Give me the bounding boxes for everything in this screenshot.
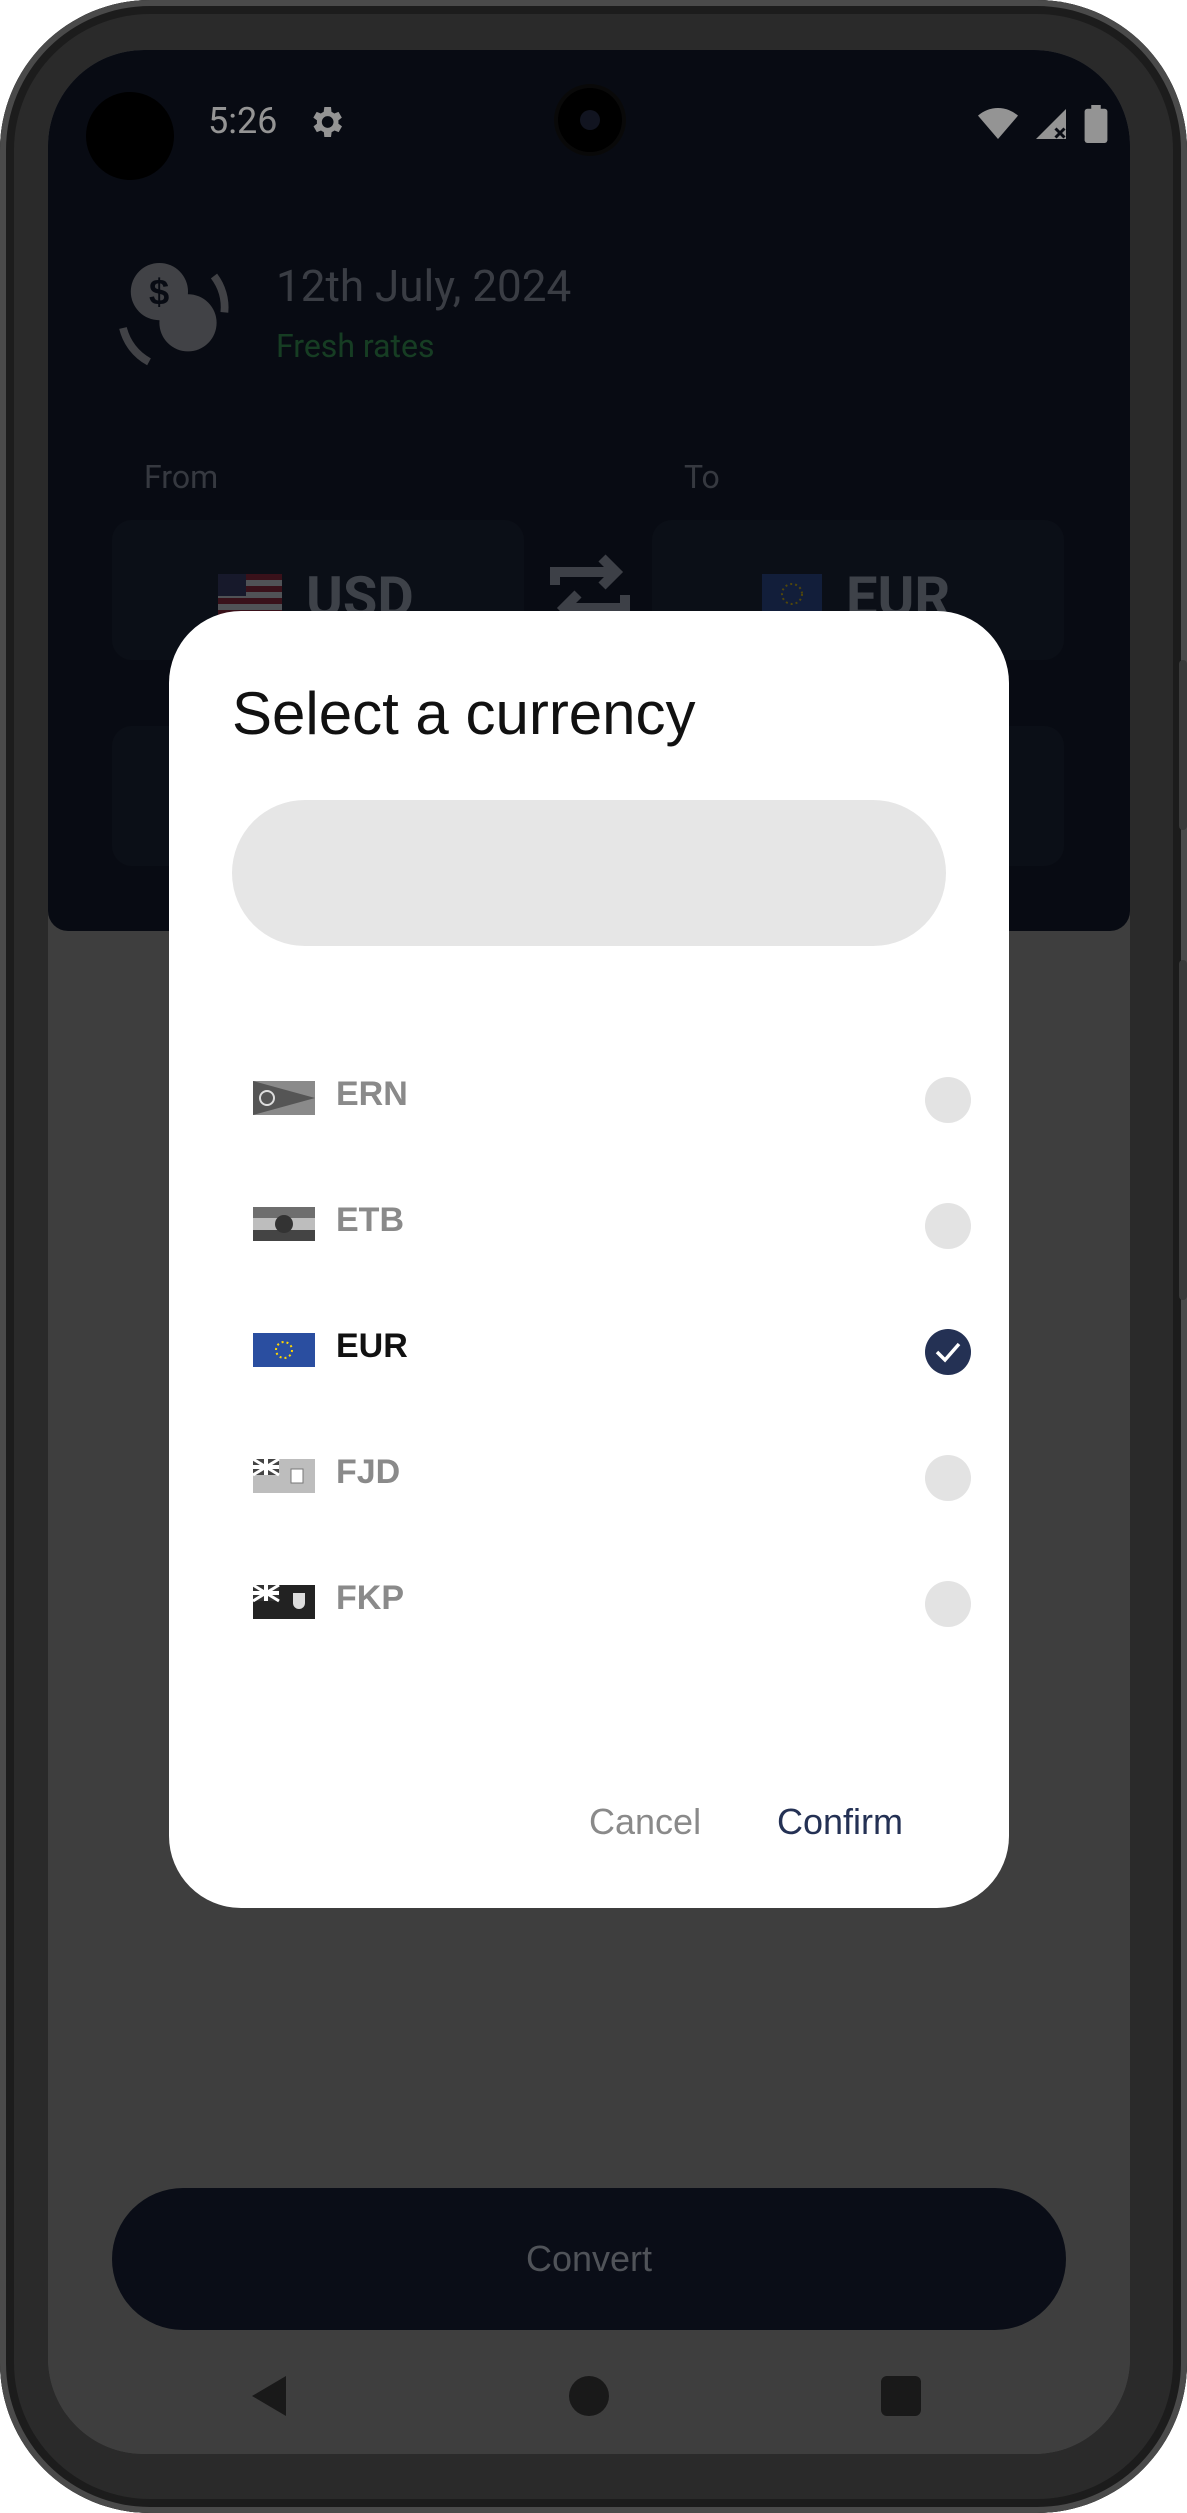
currency-code: FJD: [336, 1453, 401, 1491]
power-button: [1179, 960, 1187, 1300]
cancel-button[interactable]: Cancel: [589, 1801, 701, 1843]
fiji-flag-icon: [253, 1459, 315, 1493]
currency-code: ERN: [336, 1075, 408, 1113]
radio-button[interactable]: [925, 1455, 971, 1501]
currency-code: FKP: [336, 1579, 404, 1617]
currency-select-dialog: Select a currency ERN ETB EUR FJD FKP Ca…: [169, 611, 1009, 1908]
volume-button: [1179, 660, 1187, 830]
check-icon: [935, 1342, 961, 1363]
currency-search-input[interactable]: [232, 800, 946, 946]
radio-button[interactable]: [925, 1203, 971, 1249]
currency-option-eur[interactable]: EUR: [169, 1293, 1009, 1403]
radio-button[interactable]: [925, 1581, 971, 1627]
ethiopia-flag-icon: [253, 1207, 315, 1241]
currency-option-fjd[interactable]: FJD: [169, 1419, 1009, 1529]
currency-code: EUR: [336, 1327, 408, 1365]
dialog-title: Select a currency: [232, 680, 696, 747]
device-frame: 5:26 $ 12th July, 2024 Fresh rates From …: [0, 0, 1187, 2513]
confirm-button[interactable]: Confirm: [777, 1801, 903, 1843]
falkland-flag-icon: [253, 1585, 315, 1619]
radio-button-selected[interactable]: [925, 1329, 971, 1375]
currency-code: ETB: [336, 1201, 404, 1239]
radio-button[interactable]: [925, 1077, 971, 1123]
currency-option-fkp[interactable]: FKP: [169, 1545, 1009, 1655]
currency-option-ern[interactable]: ERN: [169, 1041, 1009, 1151]
eritrea-flag-icon: [253, 1081, 315, 1115]
eu-flag-icon: [253, 1333, 315, 1367]
screen: 5:26 $ 12th July, 2024 Fresh rates From …: [48, 50, 1130, 2454]
currency-option-etb[interactable]: ETB: [169, 1167, 1009, 1277]
